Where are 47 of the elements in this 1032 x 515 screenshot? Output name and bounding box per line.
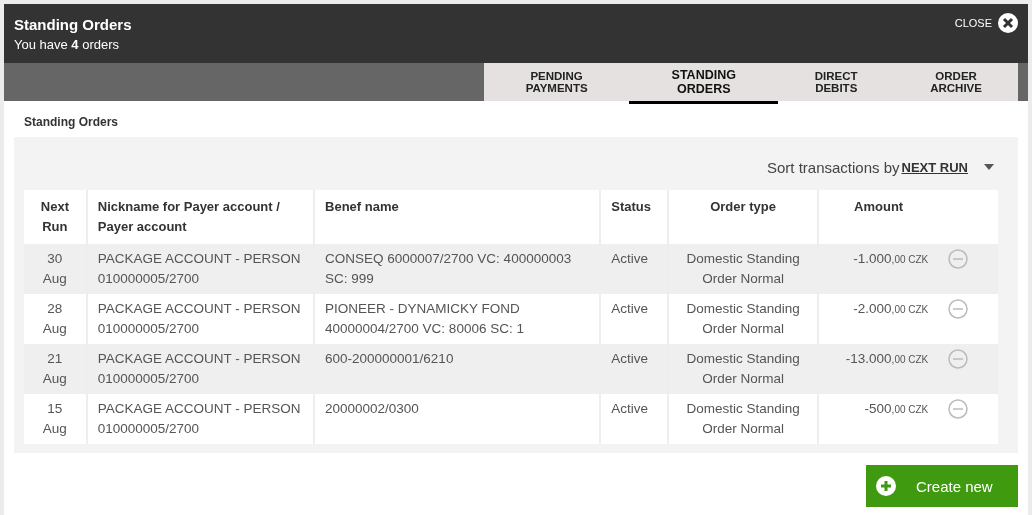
- beneficiary-name: 20000002/0300: [325, 401, 419, 416]
- order-type: Domestic Standing Order Normal: [686, 351, 800, 386]
- sort-dropdown[interactable]: NEXT RUN: [901, 159, 968, 175]
- plus-circle-icon: [876, 476, 896, 496]
- amount: -2.000,00 CZK: [853, 301, 929, 316]
- status-text: Active: [611, 251, 649, 266]
- amount: -1.000,00 CZK: [853, 251, 929, 266]
- minus-circle-icon: [948, 299, 969, 319]
- next-run-date: 21 Aug: [42, 351, 67, 386]
- status-text: Active: [611, 351, 649, 366]
- minus-circle-icon: [948, 249, 969, 269]
- next-run-date: 15 Aug: [42, 401, 67, 436]
- remove-button[interactable]: [948, 249, 969, 269]
- order-type: Domestic Standing Order Normal: [686, 251, 800, 286]
- remove-button[interactable]: [948, 349, 969, 369]
- amount: -13.000,00 CZK: [845, 351, 929, 366]
- payer-account: PACKAGE ACCOUNT - PERSON 010000005/2700: [97, 401, 301, 436]
- create-new-button[interactable]: Create new: [866, 465, 1018, 507]
- amount: -500,00 CZK: [864, 401, 929, 416]
- caret-icon: [984, 164, 994, 170]
- remove-button[interactable]: [948, 299, 969, 319]
- payer-account: PACKAGE ACCOUNT - PERSON 010000005/2700: [97, 301, 301, 336]
- column-header: Next Run: [24, 190, 87, 244]
- window-title: Standing Orders: [14, 16, 132, 33]
- sort-label: Sort transactions by: [767, 158, 900, 176]
- order-type: Domestic Standing Order Normal: [686, 401, 800, 436]
- next-run-date: 30 Aug: [42, 251, 67, 286]
- payer-account: PACKAGE ACCOUNT - PERSON 010000005/2700: [97, 351, 301, 386]
- beneficiary-name: CONSEQ 6000007/2700 VC: 400000003 SC: 999: [325, 251, 572, 286]
- order-count: You have 4 orders: [14, 37, 121, 52]
- tab[interactable]: STANDING ORDERS: [629, 63, 779, 104]
- beneficiary-name: 600-200000001/6210: [325, 351, 454, 366]
- minus-circle-icon: [948, 399, 969, 419]
- tab[interactable]: ORDER ARCHIVE: [894, 63, 1018, 104]
- tab[interactable]: DIRECT DEBITS: [778, 63, 895, 104]
- section-title: Standing Orders: [23, 114, 119, 131]
- order-type: Domestic Standing Order Normal: [686, 301, 800, 336]
- beneficiary-name: PIONEER - DYNAMICKY FOND 40000004/2700 VC: 80006 SC: 1: [325, 301, 524, 336]
- status-text: Active: [611, 401, 649, 416]
- status-text: Active: [611, 301, 649, 316]
- close-icon: [998, 13, 1018, 33]
- close-button[interactable]: CLOSE: [954, 13, 1018, 33]
- remove-button[interactable]: [948, 399, 969, 419]
- payer-account: PACKAGE ACCOUNT - PERSON 010000005/2700: [97, 251, 301, 286]
- tab[interactable]: PENDING PAYMENTS: [484, 63, 630, 104]
- minus-circle-icon: [948, 349, 969, 369]
- next-run-date: 28 Aug: [42, 301, 67, 336]
